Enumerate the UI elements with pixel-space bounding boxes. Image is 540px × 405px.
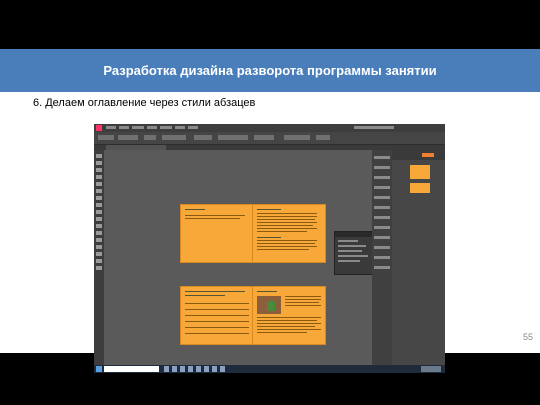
panel-icons-dock xyxy=(372,150,392,365)
page-spread-2-right xyxy=(252,286,326,345)
slide-page-number: 55 xyxy=(522,332,533,342)
app-menubar xyxy=(94,124,445,132)
indesign-logo-icon xyxy=(96,125,102,131)
windows-start-icon[interactable] xyxy=(96,366,102,372)
taskbar-search-input[interactable] xyxy=(104,366,159,372)
pages-panel[interactable] xyxy=(392,150,445,365)
header-bar: Разработка дизайна разворота программы з… xyxy=(0,49,540,92)
slide-subtitle: 6. Делаем оглавление через стили абзацев xyxy=(33,97,256,109)
tools-panel xyxy=(94,150,104,365)
page-spread-1-left xyxy=(180,204,254,263)
windows-taskbar xyxy=(94,365,445,373)
page-thumbnail[interactable] xyxy=(410,183,430,193)
taskbar-clock xyxy=(421,366,441,372)
page-spread-2-left xyxy=(180,286,254,345)
page-spread-1-right xyxy=(252,204,326,263)
slide-title: Разработка дизайна разворота программы з… xyxy=(103,63,437,78)
control-panel xyxy=(94,132,445,145)
slide: Разработка дизайна разворота программы з… xyxy=(0,49,540,373)
page-thumbnail[interactable] xyxy=(410,165,430,179)
indesign-screenshot xyxy=(94,124,445,373)
document-canvas[interactable] xyxy=(104,150,372,365)
